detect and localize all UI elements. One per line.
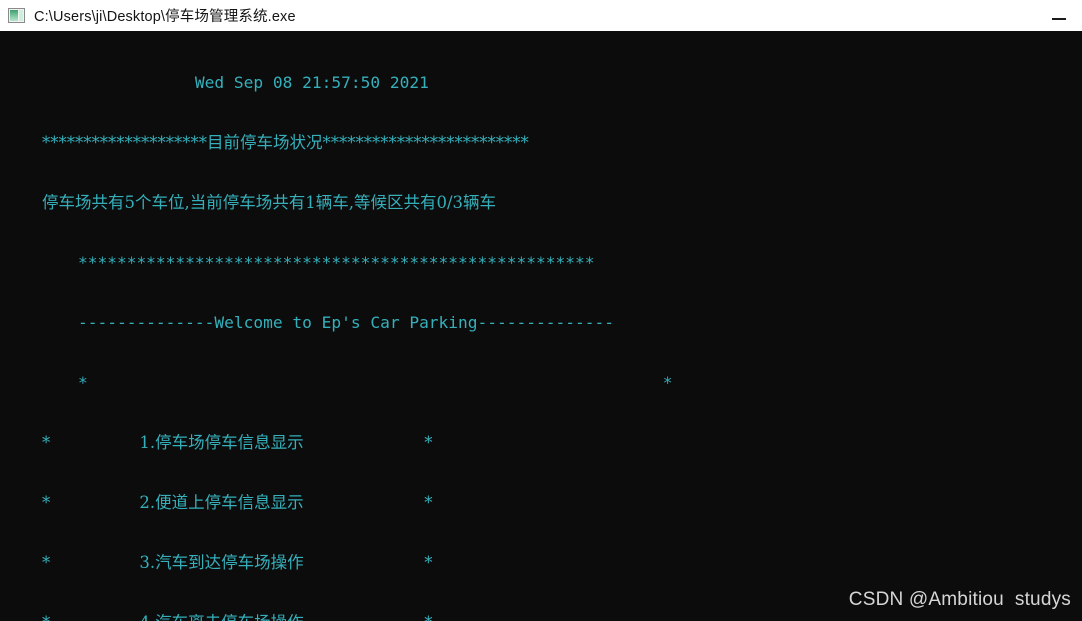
menu-item-1[interactable]: * 1.停车场停车信息显示 * (0, 433, 672, 453)
csdn-watermark: CSDN @Ambitiou studys (848, 589, 1071, 610)
minimize-button[interactable] (1036, 0, 1082, 31)
console-text: Wed Sep 08 21:57:50 2021 ***************… (0, 31, 673, 621)
menu-item-3[interactable]: * 3.汽车到达停车场操作 * (0, 553, 672, 573)
menu-item-2[interactable]: * 2.便道上停车信息显示 * (0, 493, 672, 513)
console-window-icon (8, 8, 25, 23)
console-output-area[interactable]: Wed Sep 08 21:57:50 2021 ***************… (0, 31, 1082, 621)
console-line-status: 停车场共有5个车位,当前停车场共有1辆车,等候区共有0/3辆车 (0, 193, 496, 212)
minimize-icon (1052, 17, 1066, 20)
console-line-status-banner-bottom: ****************************************… (0, 253, 595, 272)
window-titlebar: C:\Users\ji\Desktop\停车场管理系统.exe (0, 0, 1082, 31)
console-line-menu-blank-top: * * (0, 373, 673, 392)
app-root: C:\Users\ji\Desktop\停车场管理系统.exe Wed Sep … (0, 0, 1082, 621)
console-line-timestamp: Wed Sep 08 21:57:50 2021 (0, 73, 429, 92)
window-title: C:\Users\ji\Desktop\停车场管理系统.exe (34, 9, 296, 25)
console-line-welcome: --------------Welcome to Ep's Car Parkin… (0, 313, 614, 332)
menu-item-4[interactable]: * 4.汽车离去停车场操作 * (0, 613, 672, 621)
console-line-status-banner-top: ********************目前停车场状况*************… (0, 133, 529, 152)
